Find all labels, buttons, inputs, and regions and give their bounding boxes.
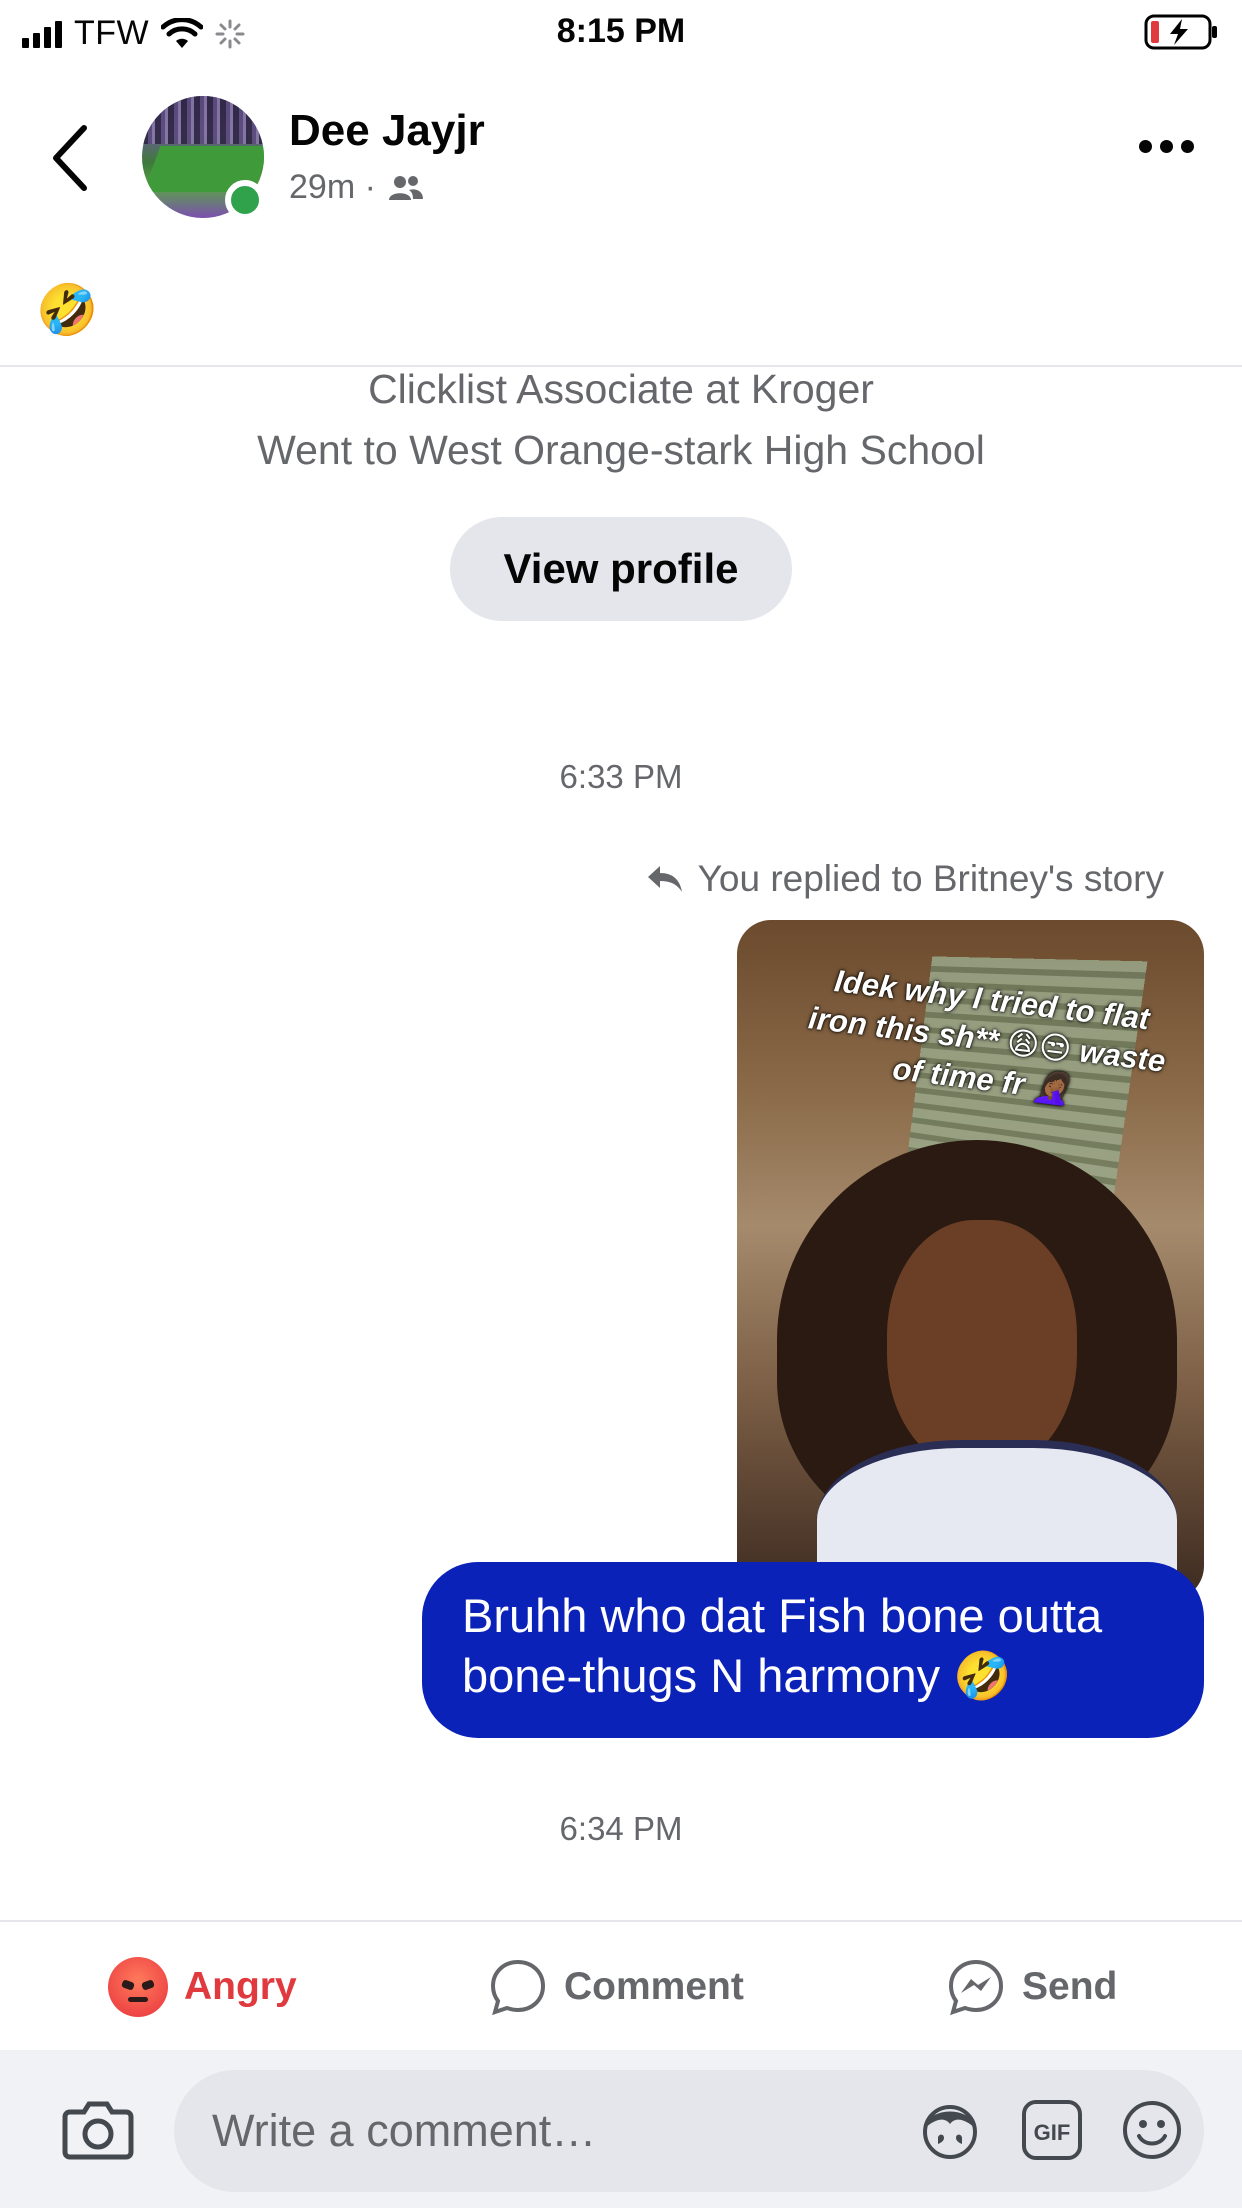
reaction-label: Angry — [184, 1965, 297, 2009]
send-label: Send — [1022, 1965, 1117, 2009]
clock: 8:15 PM — [0, 12, 1242, 51]
action-bar: Angry Comment Send — [0, 1920, 1242, 2050]
send-button[interactable]: Send — [946, 1952, 1117, 2022]
messenger-icon — [946, 1957, 1006, 2017]
comment-placeholder: Write a comment… — [212, 2105, 596, 2157]
last-active-label: 29m · — [289, 168, 376, 207]
friends-icon — [388, 174, 424, 202]
back-chevron-icon[interactable] — [44, 120, 100, 196]
emoji-smiley-icon[interactable] — [1120, 2098, 1184, 2162]
online-status-dot — [225, 180, 265, 220]
story-reply-note: You replied to Britney's story — [646, 858, 1164, 900]
svg-text:GIF: GIF — [1034, 2120, 1071, 2145]
comment-composer: Write a comment… GIF — [0, 2050, 1242, 2208]
camera-icon[interactable] — [62, 2098, 134, 2160]
chat-header: Dee Jayjr 29m · — [0, 80, 1242, 230]
battery-charging-icon — [1144, 14, 1220, 50]
reply-arrow-icon — [646, 864, 684, 894]
view-profile-button[interactable]: View profile — [450, 517, 792, 621]
status-bar: TFW 8:15 PM — [0, 0, 1242, 62]
message-timestamp: 6:33 PM — [0, 758, 1242, 796]
comment-button[interactable]: Comment — [488, 1952, 744, 2022]
comment-label: Comment — [564, 1965, 744, 2009]
sent-message-bubble[interactable]: Bruhh who dat Fish bone outta bone-thugs… — [422, 1562, 1204, 1738]
contact-meta: 29m · — [289, 168, 424, 207]
composer-icons: GIF — [916, 2098, 1184, 2162]
angry-face-icon — [108, 1957, 168, 2017]
gif-icon[interactable]: GIF — [1020, 2098, 1084, 2162]
contact-name[interactable]: Dee Jayjr — [289, 106, 485, 156]
reply-note-text: You replied to Britney's story — [698, 858, 1164, 900]
more-options-icon[interactable] — [1139, 140, 1194, 153]
reaction-emoji: 🤣 — [36, 280, 98, 340]
message-timestamp: 6:34 PM — [0, 1810, 1242, 1848]
avatar-sticker-icon[interactable] — [916, 2098, 984, 2162]
angry-reaction-button[interactable]: Angry — [108, 1952, 297, 2022]
bio-education: Went to West Orange-stark High School — [0, 427, 1242, 474]
comment-bubble-icon — [488, 1957, 548, 2017]
bio-work: Clicklist Associate at Kroger — [0, 366, 1242, 413]
story-thumbnail[interactable]: Idek why I tried to flat iron this sh** … — [737, 920, 1204, 1600]
